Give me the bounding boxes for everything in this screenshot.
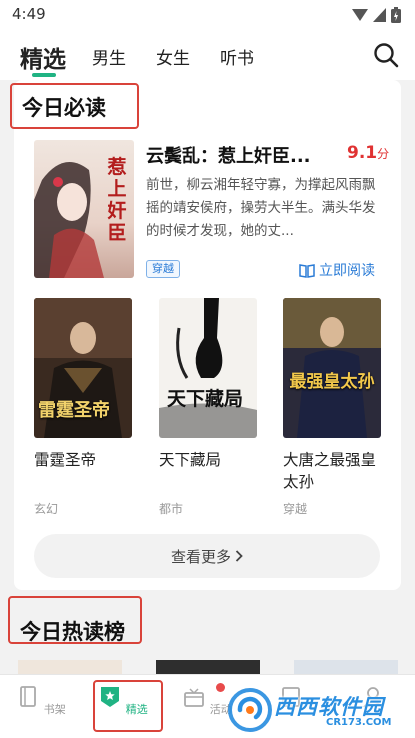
highlight-frame-featured: [93, 680, 163, 732]
featured-book-tag: 穿越: [146, 260, 180, 278]
system-icons: [352, 7, 401, 23]
book-cover-1[interactable]: 雷霆圣帝: [34, 298, 132, 438]
featured-book-score: 9.1分: [347, 143, 389, 163]
section-title-hot: 今日热读榜: [20, 620, 125, 644]
watermark-domain: CR173.COM: [326, 717, 392, 728]
featured-book-cover[interactable]: 惹上奸臣: [34, 140, 134, 278]
book-title-2[interactable]: 天下藏局: [159, 449, 264, 471]
signal-icon: [352, 9, 368, 21]
featured-book-title[interactable]: 云鬓乱：惹上奸臣...: [146, 142, 336, 168]
read-now-label: 立即阅读: [319, 263, 375, 279]
featured-cover-title: 惹上奸臣: [107, 156, 127, 244]
book-cover-title-2: 天下藏局: [167, 388, 244, 410]
active-tab-indicator: [32, 73, 56, 77]
bottom-nav-bookshelf[interactable]: 书架: [16, 685, 66, 717]
bookshelf-icon: [20, 686, 37, 707]
status-bar: 4:49: [0, 0, 415, 30]
book-cover-art-3: [283, 298, 381, 438]
open-book-icon: [299, 263, 315, 278]
search-icon[interactable]: [373, 42, 399, 68]
book-category-2: 都市: [159, 502, 184, 516]
book-cover-2[interactable]: 天下藏局: [159, 298, 257, 438]
book-cover-art-2: [159, 298, 257, 438]
tab-audiobook[interactable]: 听书: [220, 44, 254, 69]
tab-female[interactable]: 女生: [156, 44, 190, 69]
featured-book-description: 前世，柳云湘年轻守寡，为撑起风雨飘摇的靖安侯府，操劳大半生。满头华发的时候才发现…: [146, 177, 376, 239]
bottom-nav-label: 书架: [43, 703, 66, 716]
tab-featured[interactable]: 精选: [20, 40, 66, 74]
site-watermark: 西西软件园 CR173.COM: [226, 686, 412, 734]
top-navigation: 精选 男生 女生 听书: [0, 30, 415, 80]
battery-icon: [391, 7, 401, 23]
chevron-right-icon: [235, 550, 243, 562]
status-time: 4:49: [12, 5, 46, 23]
book-title-3[interactable]: 大唐之最强皇太孙: [283, 449, 388, 493]
book-title-1[interactable]: 雷霆圣帝: [34, 449, 139, 471]
gift-icon: [184, 688, 205, 707]
book-category-1: 玄幻: [34, 502, 59, 516]
book-cover-title-3: 最强皇太孙: [289, 372, 375, 392]
tab-male[interactable]: 男生: [92, 44, 126, 69]
book-category-3: 穿越: [283, 502, 308, 516]
book-cover-title-1: 雷霆圣帝: [38, 400, 110, 421]
view-more-label: 查看更多: [170, 547, 231, 566]
bottom-nav-activity[interactable]: 活动: [182, 685, 232, 717]
notification-dot: [216, 683, 225, 692]
score-value: 9.1: [347, 143, 378, 163]
score-unit: 分: [377, 147, 390, 161]
section-title-today: 今日必读: [22, 96, 106, 120]
read-now-button[interactable]: 立即阅读: [299, 260, 375, 280]
view-more-button[interactable]: 查看更多: [34, 534, 380, 578]
cellular-icon: [373, 8, 386, 22]
book-cover-3[interactable]: 最强皇太孙: [283, 298, 381, 438]
